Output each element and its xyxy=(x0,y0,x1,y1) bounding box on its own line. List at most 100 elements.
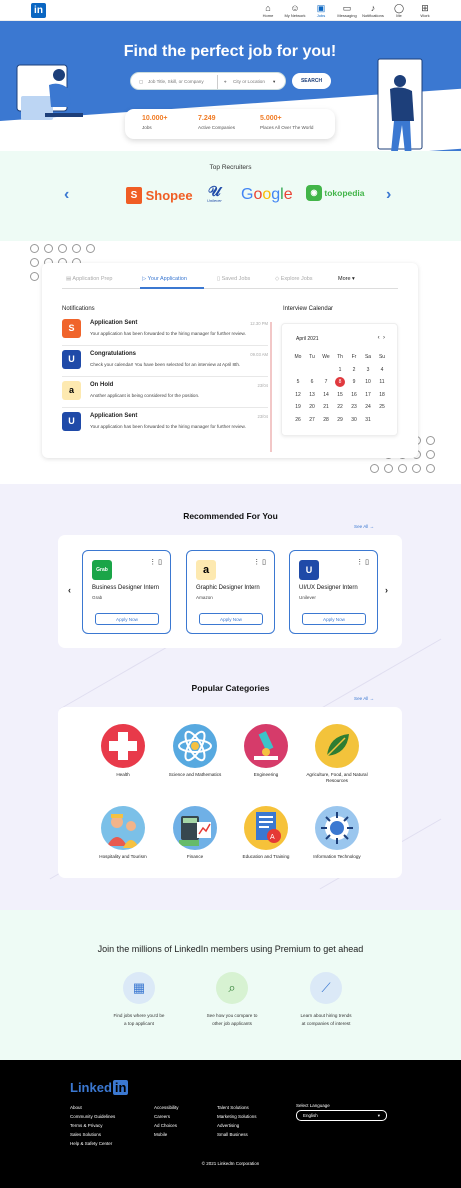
category-it[interactable]: Information Technology xyxy=(297,806,377,860)
calendar-day[interactable]: 19 xyxy=(292,402,304,412)
calendar-day[interactable]: 6 xyxy=(306,377,318,387)
hero-banner: Find the perfect job for you! ▢ Job Titl… xyxy=(0,21,461,151)
calendar-day[interactable]: 29 xyxy=(334,415,346,425)
notification-item[interactable]: U Application Sent Your application has … xyxy=(62,410,268,439)
chevron-left-icon[interactable]: ‹ xyxy=(64,186,69,204)
chevron-left-icon[interactable]: ‹ xyxy=(68,585,71,595)
apply-now-button[interactable]: Apply Now xyxy=(95,613,159,625)
footer-link[interactable]: Ad Choices xyxy=(154,1121,179,1130)
notification-item[interactable]: U Congratulations Check your calendar! Y… xyxy=(62,348,268,377)
calculator-icon xyxy=(173,806,217,850)
chevron-down-icon: ▾ xyxy=(273,79,276,84)
nav-home[interactable]: ⌂ Home xyxy=(253,3,283,18)
calendar-day[interactable]: 30 xyxy=(348,415,360,425)
apply-now-button[interactable]: Apply Now xyxy=(199,613,263,625)
linkedin-logo[interactable]: in xyxy=(31,3,46,18)
chevron-right-icon[interactable]: › xyxy=(385,585,388,595)
calendar-day[interactable]: 25 xyxy=(376,402,388,412)
category-health[interactable]: Health xyxy=(83,724,163,778)
calendar-day[interactable]: 28 xyxy=(320,415,332,425)
job-card[interactable]: U ⋮ ▯ UI/UX Designer Intern Unilever App… xyxy=(289,550,378,634)
footer-link[interactable]: Help & Safety Center xyxy=(70,1139,115,1148)
calendar-day[interactable]: 13 xyxy=(306,390,318,400)
category-label: Health xyxy=(116,772,130,777)
category-hospitality[interactable]: Hospitality and Tourism xyxy=(83,806,163,860)
calendar-day[interactable]: 31 xyxy=(362,415,374,425)
tab-explore-jobs[interactable]: ◇ Explore Jobs xyxy=(275,276,313,282)
tab-saved-jobs[interactable]: ▯ Saved Jobs xyxy=(217,276,250,282)
calendar-day[interactable]: 21 xyxy=(320,402,332,412)
tokopedia-logo[interactable]: ◉ tokopedia xyxy=(306,185,365,201)
category-education[interactable]: A Education and Training xyxy=(226,806,306,860)
calendar-day[interactable]: 1 xyxy=(334,365,346,375)
more-vertical-icon[interactable]: ⋮ xyxy=(356,559,363,566)
calendar-day[interactable]: 5 xyxy=(292,377,304,387)
category-agriculture[interactable]: Agriculture, Food, and Natural Resources xyxy=(297,724,377,784)
category-finance[interactable]: Finance xyxy=(155,806,235,860)
apply-now-button[interactable]: Apply Now xyxy=(302,613,366,625)
calendar-day[interactable]: 3 xyxy=(362,365,374,375)
footer-linkedin-logo[interactable]: Linked in xyxy=(70,1080,129,1095)
tab-application-prep[interactable]: ▤ Application Prep xyxy=(66,276,112,282)
job-search-input[interactable]: Job Title, Skill, or Company xyxy=(148,73,204,91)
footer-link[interactable]: Community Guidelines xyxy=(70,1112,115,1121)
footer-link[interactable]: Careers xyxy=(154,1112,179,1121)
calendar-day[interactable]: 11 xyxy=(376,377,388,387)
calendar-day[interactable]: 9 xyxy=(348,377,360,387)
calendar-day[interactable]: 24 xyxy=(362,402,374,412)
category-engineering[interactable]: Engineering xyxy=(226,724,306,778)
search-button[interactable]: SEARCH xyxy=(292,73,331,89)
calendar-day[interactable]: 16 xyxy=(348,390,360,400)
bookmark-icon[interactable]: ▯ xyxy=(158,559,162,566)
footer-link[interactable]: Terms & Privacy xyxy=(70,1121,115,1130)
chevron-right-icon[interactable]: › xyxy=(383,335,385,341)
footer-link[interactable]: Talent Solutions xyxy=(217,1103,257,1112)
notification-item[interactable]: S Application Sent Your application has … xyxy=(62,317,268,346)
footer-link[interactable]: Accessibility xyxy=(154,1103,179,1112)
tab-your-application[interactable]: ▷ Your Application xyxy=(142,276,187,282)
more-vertical-icon[interactable]: ⋮ xyxy=(149,559,156,566)
calendar-day[interactable]: 26 xyxy=(292,415,304,425)
job-card[interactable]: a ⋮ ▯ Graphic Designer Intern Amazon App… xyxy=(186,550,275,634)
chevron-right-icon[interactable]: › xyxy=(386,186,391,204)
footer-link[interactable]: About xyxy=(70,1103,115,1112)
calendar-day[interactable]: 27 xyxy=(306,415,318,425)
calendar-day[interactable]: 18 xyxy=(376,390,388,400)
calendar-day[interactable]: 20 xyxy=(306,402,318,412)
calendar-day[interactable]: 15 xyxy=(334,390,346,400)
footer-link[interactable]: Mobile xyxy=(154,1130,179,1139)
calendar-day[interactable]: 17 xyxy=(362,390,374,400)
calendar-day[interactable]: 23 xyxy=(348,402,360,412)
calendar-day-selected[interactable]: 8 xyxy=(334,377,346,387)
job-company: Amazon xyxy=(196,595,213,600)
stat-places-value: 5.000+ xyxy=(260,115,282,122)
calendar-day[interactable]: 22 xyxy=(334,402,346,412)
location-select[interactable]: City or Location xyxy=(233,73,265,91)
footer-link[interactable]: Sales Solutions xyxy=(70,1130,115,1139)
more-vertical-icon[interactable]: ⋮ xyxy=(253,559,260,566)
calendar-day[interactable]: 14 xyxy=(320,390,332,400)
language-select[interactable]: English ▾ xyxy=(296,1110,387,1121)
calendar-day[interactable]: 2 xyxy=(348,365,360,375)
calendar-day[interactable]: 12 xyxy=(292,390,304,400)
calendar-day[interactable]: 4 xyxy=(376,365,388,375)
calendar-day[interactable]: 10 xyxy=(362,377,374,387)
calendar-day[interactable]: 7 xyxy=(320,377,332,387)
tab-more[interactable]: More ▾ xyxy=(338,276,355,282)
notifications-scrollbar[interactable] xyxy=(270,322,272,452)
chevron-left-icon[interactable]: ‹ xyxy=(378,335,380,341)
notification-item[interactable]: a On Hold Another applicant is being con… xyxy=(62,379,268,408)
job-card[interactable]: Grab ⋮ ▯ Business Designer Intern Grab A… xyxy=(82,550,171,634)
category-science[interactable]: Science and Mathematics xyxy=(155,724,235,778)
footer-link[interactable]: Marketing Solutions xyxy=(217,1112,257,1121)
categories-see-all-link[interactable]: See All → xyxy=(354,696,374,701)
bookmark-icon[interactable]: ▯ xyxy=(365,559,369,566)
recommended-see-all-link[interactable]: See All → xyxy=(354,524,374,529)
footer-link[interactable]: Advertising xyxy=(217,1121,257,1130)
google-logo[interactable]: Google xyxy=(241,186,293,204)
bookmark-icon[interactable]: ▯ xyxy=(262,559,266,566)
shopee-logo[interactable]: S Shopee xyxy=(126,187,193,205)
footer-link[interactable]: Small Business xyxy=(217,1130,257,1139)
nav-work[interactable]: ⊞ Work xyxy=(410,3,440,18)
unilever-logo[interactable]: 𝒰 Unilever xyxy=(207,184,222,203)
